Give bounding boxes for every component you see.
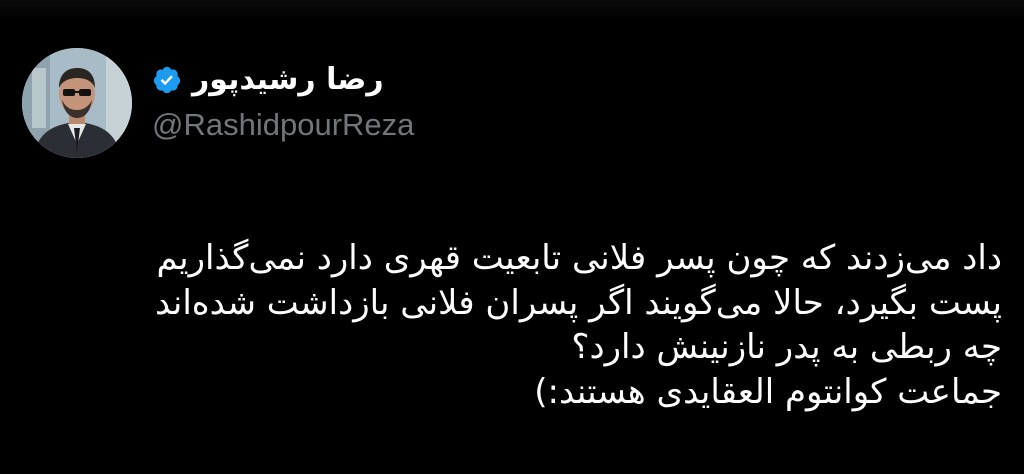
avatar-photo [22,48,132,158]
tweet-card: رضا رشیدپور @RashidpourReza داد می‌زدند … [0,0,1024,474]
author-name-row[interactable]: رضا رشیدپور [152,58,384,102]
avatar[interactable] [22,48,132,158]
tweet-text-line: پست بگیرد، حالا می‌گویند اگر پسران فلانی… [155,282,1002,323]
tweet-text-line: داد می‌زدند که چون پسر فلانی تابعیت قهری… [156,238,1002,278]
verified-badge-icon [152,65,182,95]
author-handle[interactable]: @RashidpourReza [152,105,414,145]
tweet-text-line: جماعت کوانتوم العقایدی هستند:) [534,371,1002,412]
tweet-text: داد می‌زدند که چون پسر فلانی تابعیت قهری… [22,236,1002,414]
author-display-name[interactable]: رضا رشیدپور [192,58,384,102]
tweet-text-line: چه ربطی به پدر نازنینش دارد؟ [571,327,1002,367]
